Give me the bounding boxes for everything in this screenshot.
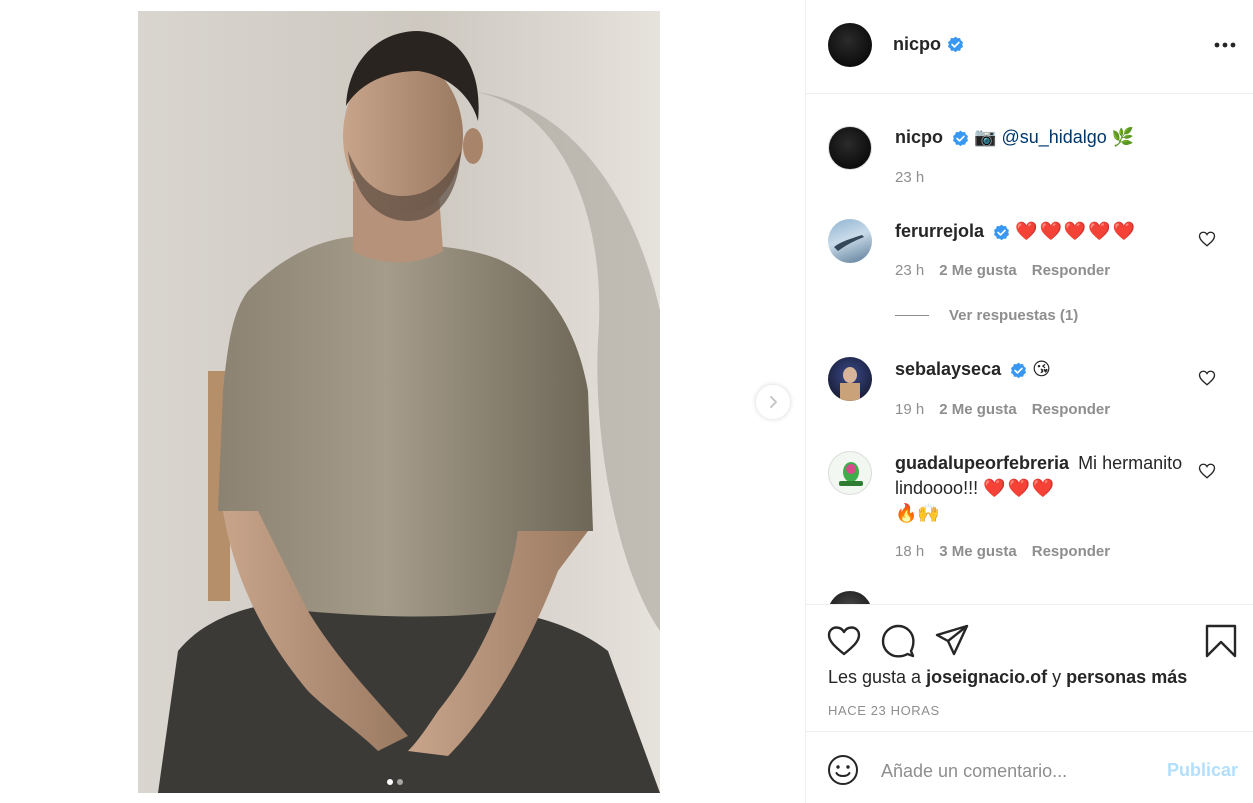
comment-hearts: ❤️❤️❤️	[983, 478, 1057, 498]
post-header: nicpo	[806, 0, 1253, 94]
comment-time[interactable]: 19 h	[895, 401, 924, 418]
likes-user-link[interactable]: joseignacio.of	[926, 667, 1047, 687]
media-area	[0, 0, 805, 803]
comment-time[interactable]: 23 h	[895, 262, 924, 279]
verified-badge-icon	[953, 130, 968, 146]
publish-button[interactable]: Publicar	[1167, 760, 1238, 781]
commenter-logo	[839, 462, 863, 486]
verified-badge-icon	[994, 224, 1010, 240]
commenter-photo	[834, 235, 864, 251]
comment-time[interactable]: 18 h	[895, 543, 924, 560]
post-panel: nicpo nicpo 📷 @su_hidalgo 🌿 23 h ferurre…	[805, 0, 1253, 803]
author-avatar[interactable]	[828, 23, 872, 67]
comment-meta: 18 h 3 Me gusta Responder	[895, 543, 1110, 560]
caption-meta: 23 h	[895, 169, 924, 186]
likes-others-link[interactable]: personas más	[1066, 667, 1187, 687]
author-username-row: nicpo	[893, 34, 964, 55]
comment-meta: 23 h 2 Me gusta Responder	[895, 262, 1110, 279]
next-slide-button[interactable]	[755, 384, 791, 420]
comment-avatar[interactable]	[828, 451, 872, 495]
carousel-dots	[387, 779, 403, 785]
more-horizontal-icon	[1214, 42, 1236, 48]
camera-emoji: 📷	[974, 127, 997, 147]
caption-mention-link[interactable]: @su_hidalgo	[1001, 127, 1106, 147]
emoji-smiley-icon[interactable]	[827, 754, 859, 786]
reply-button[interactable]: Responder	[1032, 401, 1110, 418]
likes-summary: Les gusta a joseignacio.of y personas má…	[828, 667, 1187, 688]
comment-username[interactable]: guadalupeorfebreria	[895, 453, 1069, 473]
post-photo[interactable]	[138, 11, 660, 793]
comment-hearts: ❤️❤️❤️❤️❤️	[1015, 221, 1138, 241]
leaf-emoji: 🌿	[1111, 127, 1135, 147]
comment-like-heart-icon[interactable]	[1198, 369, 1216, 387]
comment-avatar[interactable]	[828, 219, 872, 263]
fire-hands-emoji: 🔥🙌	[895, 503, 940, 523]
portrait-image	[138, 11, 660, 793]
comment-username[interactable]: ferurrejola	[895, 221, 984, 241]
likes-prefix: Les gusta a	[828, 667, 922, 687]
verified-badge-icon	[948, 36, 963, 53]
caption-username[interactable]: nicpo	[895, 127, 943, 147]
comment-text: guadalupeorfebreria Mi hermanito lindooo…	[895, 451, 1195, 526]
kiss-emoji: 😘	[1032, 359, 1051, 379]
likes-joiner: y	[1052, 667, 1062, 687]
comment-text: sebalayseca 😘	[895, 357, 1195, 382]
chevron-right-icon	[770, 396, 777, 408]
comment-like-heart-icon[interactable]	[1198, 462, 1216, 480]
author-username[interactable]: nicpo	[893, 34, 941, 55]
comment-avatar[interactable]	[828, 357, 872, 401]
add-comment-form: Publicar	[806, 731, 1253, 803]
comment-likes-count[interactable]: 3 Me gusta	[939, 543, 1017, 560]
comment-username[interactable]: sebalayseca	[895, 359, 1001, 379]
post-timestamp[interactable]: HACE 23 HORAS	[828, 703, 940, 718]
comment-likes-count[interactable]: 2 Me gusta	[939, 262, 1017, 279]
caption-time[interactable]: 23 h	[895, 169, 924, 186]
commenter-photo	[840, 367, 860, 401]
save-bookmark-icon[interactable]	[1203, 623, 1239, 659]
share-paper-plane-icon[interactable]	[934, 623, 970, 659]
comment-like-heart-icon[interactable]	[1198, 230, 1216, 248]
view-replies-label: Ver respuestas (1)	[949, 307, 1079, 324]
caption-avatar[interactable]	[828, 126, 872, 170]
caption-text: nicpo 📷 @su_hidalgo 🌿	[895, 125, 1195, 150]
verified-badge-icon	[1011, 362, 1027, 378]
comment-bubble-icon[interactable]	[880, 623, 916, 659]
like-heart-icon[interactable]	[826, 623, 862, 659]
comment-likes-count[interactable]: 2 Me gusta	[939, 401, 1017, 418]
reply-button[interactable]: Responder	[1032, 262, 1110, 279]
comment-text: ferurrejola ❤️❤️❤️❤️❤️	[895, 219, 1195, 244]
comment-meta: 19 h 2 Me gusta Responder	[895, 401, 1110, 418]
replies-divider-line	[895, 315, 929, 316]
reply-button[interactable]: Responder	[1032, 543, 1110, 560]
post-actions	[806, 604, 1253, 704]
comment-message-part1: Mi	[1078, 453, 1098, 473]
comments-list[interactable]: nicpo 📷 @su_hidalgo 🌿 23 h ferurrejola ❤…	[806, 95, 1253, 604]
carousel-dot-2	[397, 779, 403, 785]
carousel-dot-1	[387, 779, 393, 785]
comment-avatar-partial[interactable]	[828, 591, 872, 604]
view-replies-button[interactable]: Ver respuestas (1)	[895, 307, 1078, 324]
more-options-button[interactable]	[1211, 34, 1239, 56]
comment-input[interactable]	[881, 758, 1151, 784]
